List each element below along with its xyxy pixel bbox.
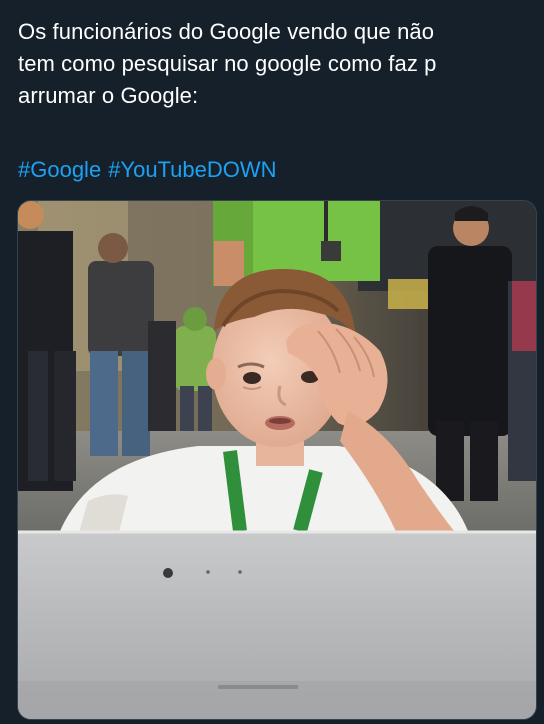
person-back-dark [148,321,176,431]
laptop-sensor-2 [238,570,242,574]
person-left-leg [28,351,48,481]
laptop-hinge [218,685,298,689]
person-black-leg-2 [470,421,498,501]
person-gray-head [98,233,128,263]
person-left-leg-2 [54,351,76,481]
tweet-text: Os funcionários do Google vendo que não … [18,16,528,112]
person-gray-jacket [88,261,154,356]
person-black-jacket [428,246,512,436]
kid-lanyard-left [223,450,247,532]
kid-eye-left [243,372,261,384]
tweet-text-line: tem como pesquisar no google como faz p [18,51,437,76]
person-jeans-leg [90,351,118,456]
green-shirt-badge [321,241,341,261]
green-kid-leg-2 [198,386,212,431]
green-kid-leg [180,386,194,431]
tweet-text-line: arrumar o Google: [18,83,199,108]
plaid-shirt [512,281,536,351]
green-shirt-arm [214,241,244,286]
tweet-text-line: Os funcionários do Google vendo que não [18,19,435,44]
person-black-leg [436,421,464,501]
laptop-camera [163,568,173,578]
hashtag-youtubedown[interactable]: #YouTubeDOWN [108,157,276,182]
tweet: Os funcionários do Google vendo que não … [0,0,544,724]
tweet-photo[interactable] [17,200,537,720]
kid-ear [206,358,226,390]
kid-mouth-inner [269,418,291,424]
laptop-sensor [206,570,210,574]
photo-illustration [18,201,536,719]
person-jeans-leg-2 [122,351,150,456]
green-hood [183,307,207,331]
hashtag-google[interactable]: #Google [18,157,101,182]
hashtag-row: #Google #YouTubeDOWN [18,154,277,186]
